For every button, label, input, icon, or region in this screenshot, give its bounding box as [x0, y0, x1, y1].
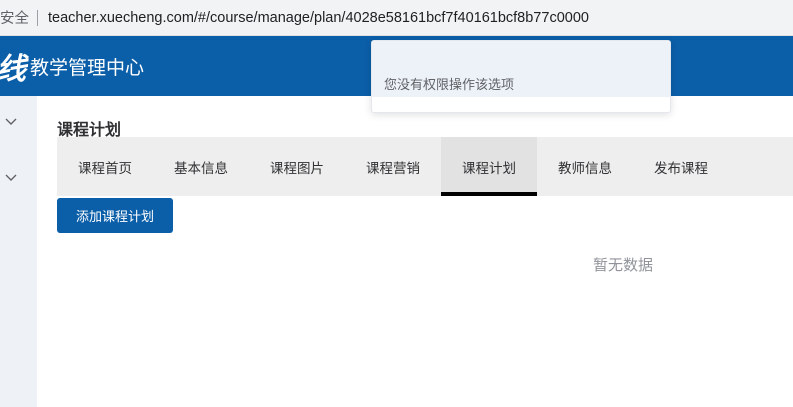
address-separator: [37, 9, 38, 26]
sidebar: [0, 96, 37, 407]
tab-course-plan[interactable]: 课程计划: [441, 137, 537, 196]
tab-publish-course[interactable]: 发布课程: [633, 137, 729, 196]
tab-course-home[interactable]: 课程首页: [57, 137, 153, 196]
tab-basic-info[interactable]: 基本信息: [153, 137, 249, 196]
chevron-down-icon[interactable]: [4, 115, 18, 129]
app-title: 教学管理中心: [30, 56, 145, 79]
tab-course-image[interactable]: 课程图片: [249, 137, 345, 196]
browser-address-bar[interactable]: 安全 teacher.xuecheng.com/#/course/manage/…: [0, 0, 793, 36]
security-indicator[interactable]: 安全: [0, 7, 29, 28]
chevron-down-icon[interactable]: [4, 171, 18, 185]
tab-course-marketing[interactable]: 课程营销: [345, 137, 441, 196]
empty-state-text: 暂无数据: [593, 256, 654, 274]
tab-teacher-info[interactable]: 教师信息: [537, 137, 633, 196]
url-text[interactable]: teacher.xuecheng.com/#/course/manage/pla…: [48, 10, 589, 26]
course-tabs: 课程首页 基本信息 课程图片 课程营销 课程计划 教师信息 发布课程: [57, 137, 793, 196]
logo: 线: [0, 44, 28, 88]
permission-popup: 您没有权限操作该选项: [371, 40, 671, 113]
add-course-plan-button[interactable]: 添加课程计划: [57, 198, 173, 233]
popup-message: 您没有权限操作该选项: [384, 78, 515, 93]
